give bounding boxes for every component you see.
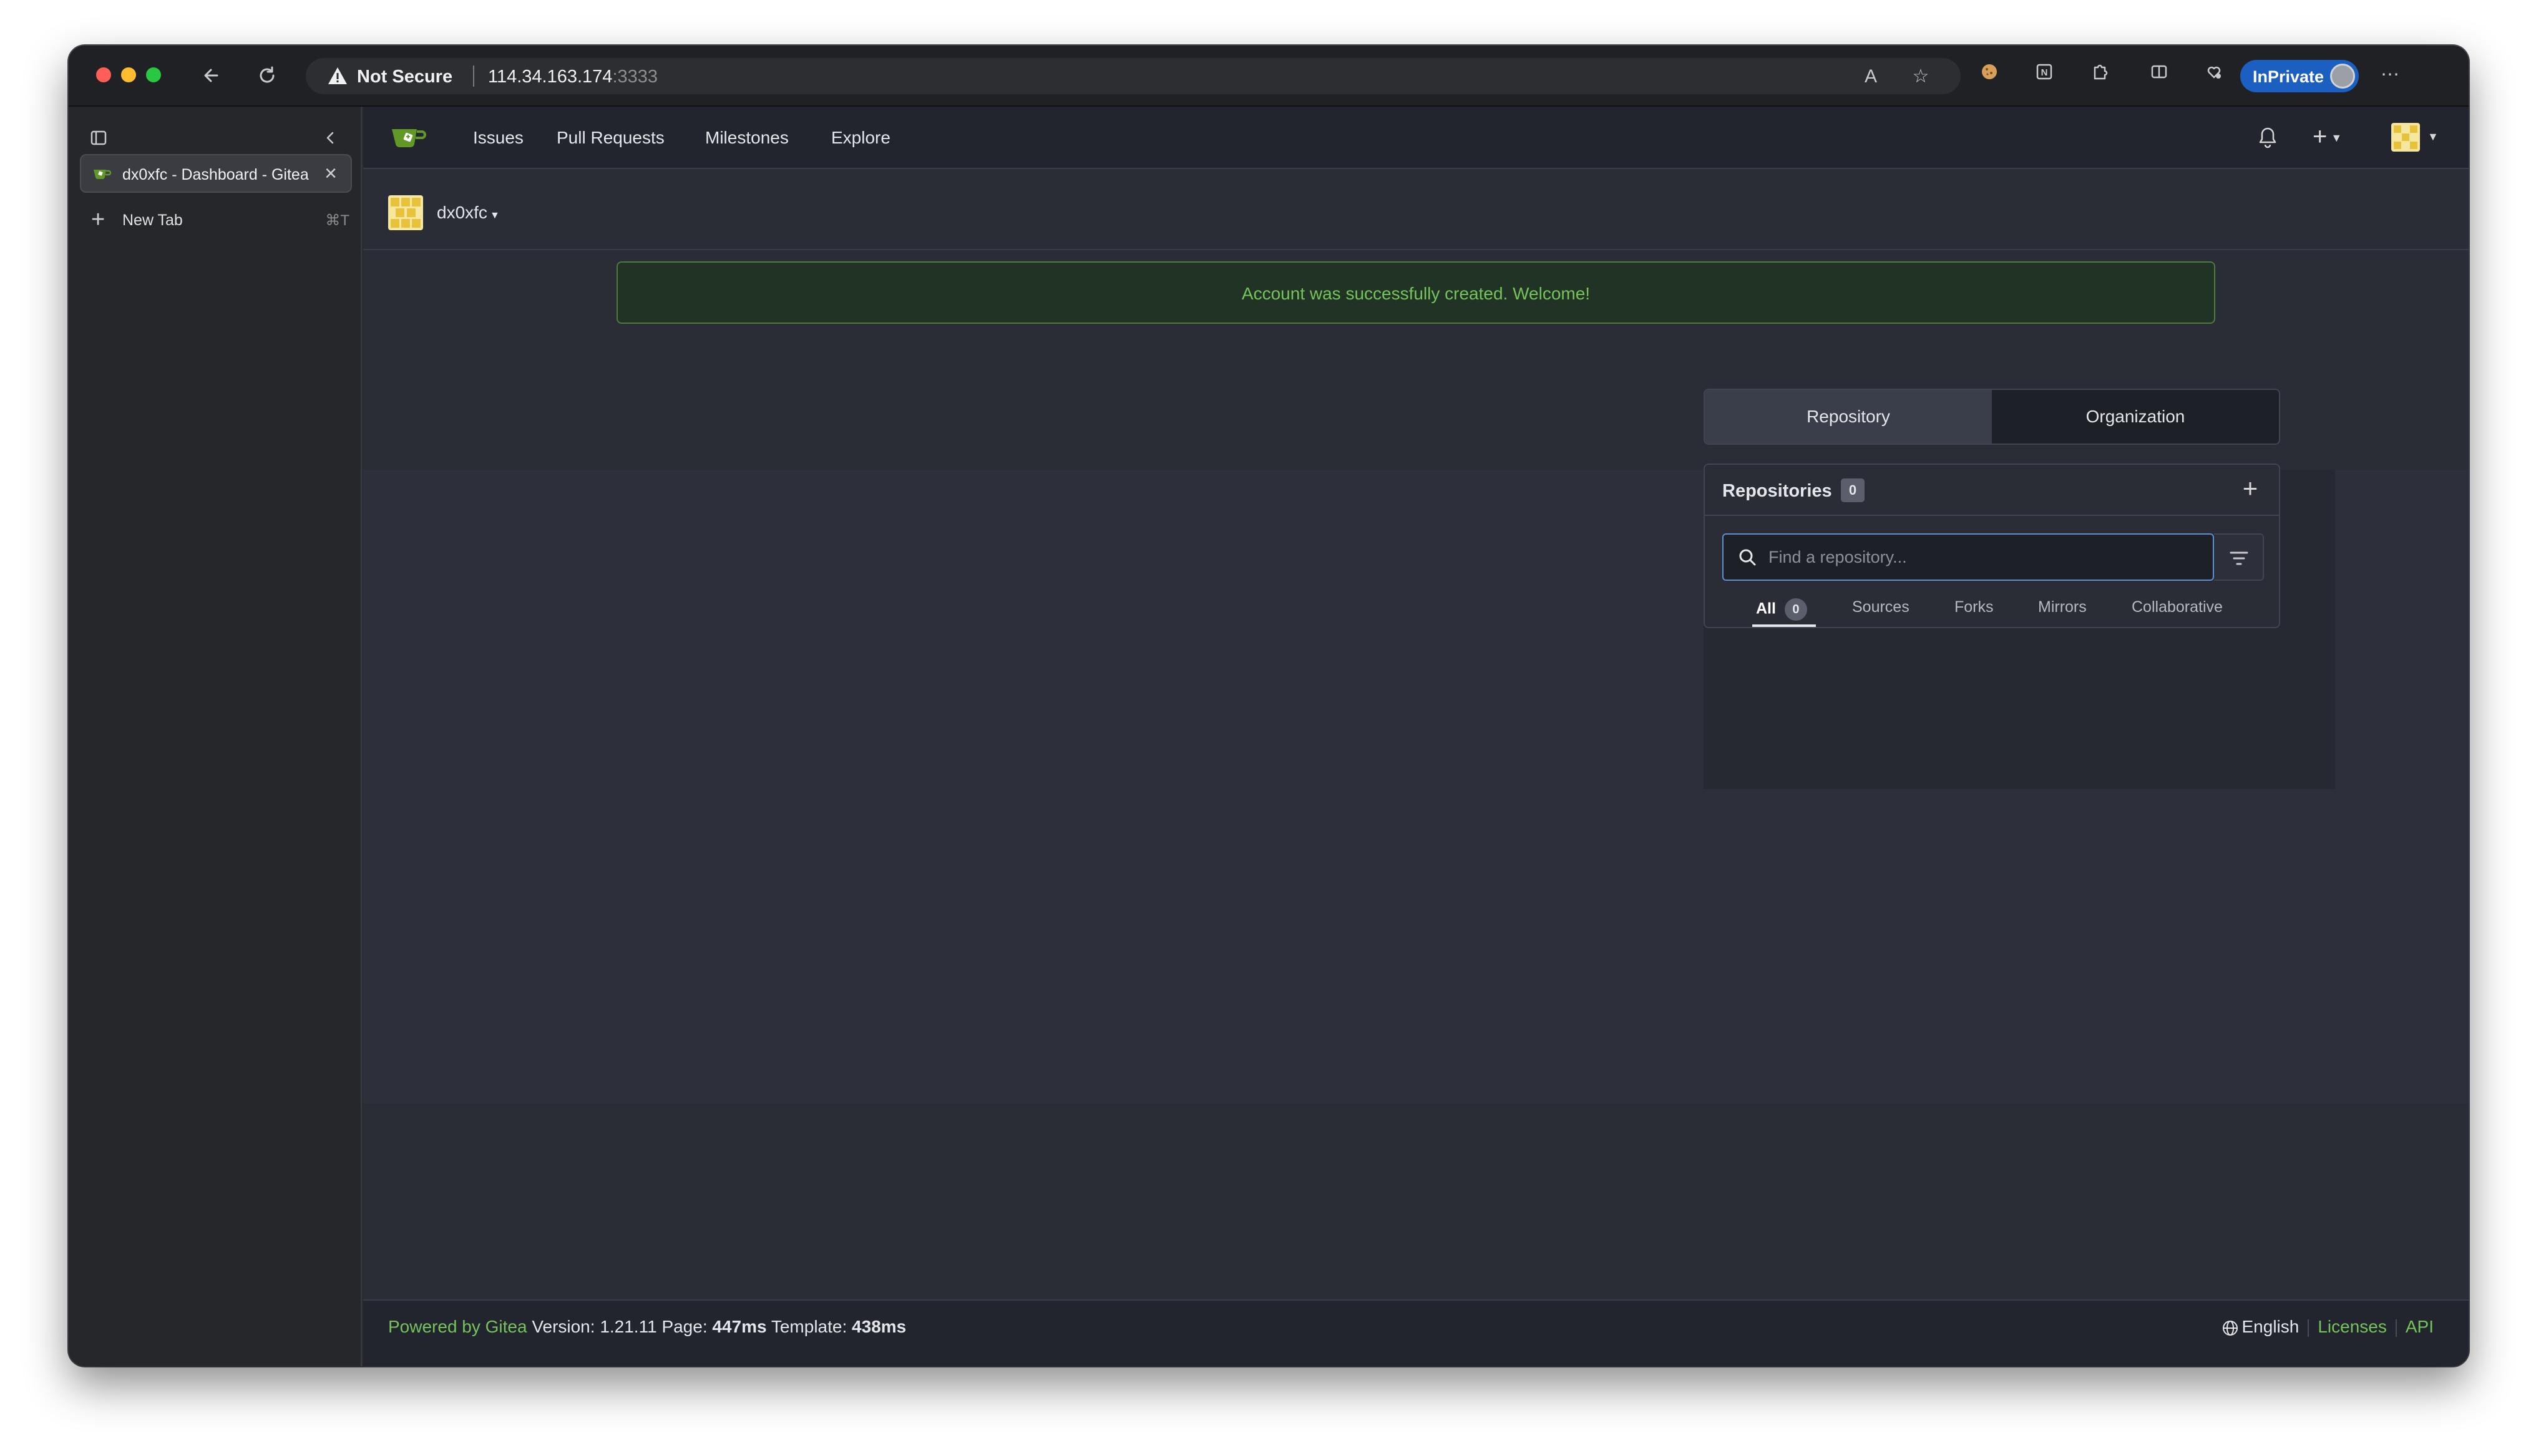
globe-icon [2222,1320,2238,1336]
footer-version-info: Powered by Gitea Version: 1.21.11 Page: … [388,1317,906,1337]
repositories-header: Repositories 0 + [1705,465,2279,516]
reload-icon[interactable] [253,62,281,89]
context-switcher[interactable]: dx0xfc ▼ [437,203,500,223]
template-time-label: Template: [771,1317,847,1336]
extensions-puzzle-icon[interactable] [2087,62,2112,87]
favorite-star-icon[interactable]: ☆ [1909,66,1932,88]
svg-text:N: N [2041,67,2048,78]
licenses-link[interactable]: Licenses [2318,1317,2387,1336]
gitea-page: Issues Pull Requests Milestones Explore … [363,107,2469,1366]
url-host: 114.34.163.174 [488,67,613,87]
page-time-value: 447ms [712,1317,767,1336]
nav-pull-requests[interactable]: Pull Requests [557,128,665,148]
context-avatar [388,195,423,230]
language-selector[interactable]: English [2242,1317,2299,1336]
dashboard-context-bar: dx0xfc ▼ [363,170,2469,250]
add-repository-plus-icon[interactable]: + [2238,475,2263,502]
template-time-value: 438ms [852,1317,907,1336]
footer-links: English Licenses API [2222,1317,2434,1337]
repo-tab-sources[interactable]: Sources [1852,598,1909,616]
new-tab-shortcut: ⌘T [325,212,349,229]
repo-search-box [1722,533,2214,581]
close-tab-icon[interactable]: × [319,162,342,185]
read-aloud-icon[interactable]: A [1860,66,1882,88]
close-window-button[interactable] [96,67,111,82]
tab-title: dx0xfc - Dashboard - Gitea [122,166,309,183]
flash-success-message: Account was successfully created. Welcom… [617,261,2215,324]
filter-icon [2230,551,2248,565]
nav-explore[interactable]: Explore [831,128,890,148]
repositories-title: Repositories [1722,481,1832,501]
tab-actions-icon[interactable] [86,128,111,153]
warning-icon [328,67,347,84]
repo-tab-collaborative[interactable]: Collaborative [2132,598,2223,616]
security-status-label[interactable]: Not Secure [357,67,452,87]
user-menu[interactable]: ▼ [2391,123,2447,153]
plus-icon: + [91,206,105,233]
repo-tab-all[interactable]: All 0 [1756,598,1807,621]
favorites-collections-icon[interactable] [2202,62,2226,87]
new-tab-button[interactable]: + New Tab ⌘T [87,206,349,234]
tab-gitea-dashboard[interactable]: dx0xfc - Dashboard - Gitea × [80,154,352,193]
repo-filter-button[interactable] [2214,533,2264,581]
search-icon [1739,549,1756,566]
minimize-window-button[interactable] [121,67,136,82]
tab-organization[interactable]: Organization [1992,390,2279,444]
chevron-down-icon: ▼ [489,210,500,221]
nav-issues[interactable]: Issues [473,128,524,148]
cookie-extension-icon[interactable] [1977,62,2002,87]
browser-toolbar: Not Secure 114.34.163.174:3333 A ☆ N InP… [69,46,2469,107]
repo-type-tabs: All 0 Sources Forks Mirrors Collaborative [1705,590,2279,627]
repo-tab-all-count: 0 [1784,598,1807,621]
api-link[interactable]: API [2406,1317,2434,1336]
active-tab-underline [1752,624,1816,627]
notion-extension-icon[interactable]: N [2032,62,2057,87]
new-tab-label: New Tab [122,211,183,229]
tab-repository[interactable]: Repository [1705,390,1992,444]
context-username: dx0xfc [437,203,487,222]
inprivate-label: InPrivate [2253,67,2324,86]
footer-divider [2308,1319,2309,1337]
repo-search-input[interactable] [1768,543,2205,571]
browser-window: Not Secure 114.34.163.174:3333 A ☆ N InP… [69,46,2469,1366]
page-time-label: Page: [661,1317,708,1336]
repo-tab-mirrors[interactable]: Mirrors [2038,598,2087,616]
address-bar[interactable]: Not Secure 114.34.163.174:3333 A ☆ [306,58,1961,94]
flash-message-text: Account was successfully created. Welcom… [1241,284,1591,303]
vertical-tabs-sidebar: dx0xfc - Dashboard - Gitea × + New Tab ⌘… [69,107,362,1366]
url-divider [473,66,474,87]
version-label: Version: [532,1317,595,1336]
url-text[interactable]: 114.34.163.174:3333 [488,67,658,87]
gitea-favicon-icon [94,170,111,180]
repositories-panel: Repositories 0 + All 0 Sources Forks Mirr… [1704,463,2280,628]
version-value: 1.21.11 [600,1317,657,1336]
chevron-down-icon: ▼ [2331,132,2343,145]
notifications-bell-icon[interactable] [2255,125,2280,150]
split-screen-icon[interactable] [2147,62,2172,87]
plus-icon: + [2313,123,2328,150]
gitea-navbar: Issues Pull Requests Milestones Explore … [363,107,2469,169]
collapse-sidebar-icon[interactable] [318,128,343,153]
more-options-icon[interactable]: ⋯ [2378,62,2402,87]
footer-divider [2395,1319,2397,1337]
maximize-window-button[interactable] [146,67,161,82]
create-new-menu[interactable]: + ▼ [2313,123,2363,150]
gitea-logo-icon[interactable] [391,125,429,152]
dashboard-repo-org-switcher: Repository Organization [1704,389,2280,445]
repo-tab-all-label: All [1756,599,1776,618]
repositories-count-badge: 0 [1841,478,1865,502]
inprivate-profile-button[interactable]: InPrivate [2240,60,2359,92]
powered-by-link[interactable]: Powered by Gitea [388,1317,527,1336]
url-port: :3333 [612,67,658,87]
user-avatar [2391,123,2420,152]
profile-avatar [2330,64,2355,89]
repo-tab-forks[interactable]: Forks [1954,598,1994,616]
back-arrow-icon[interactable] [198,62,226,89]
chevron-down-icon: ▼ [2427,130,2439,143]
gitea-footer: Powered by Gitea Version: 1.21.11 Page: … [363,1299,2469,1366]
nav-milestones[interactable]: Milestones [705,128,789,148]
